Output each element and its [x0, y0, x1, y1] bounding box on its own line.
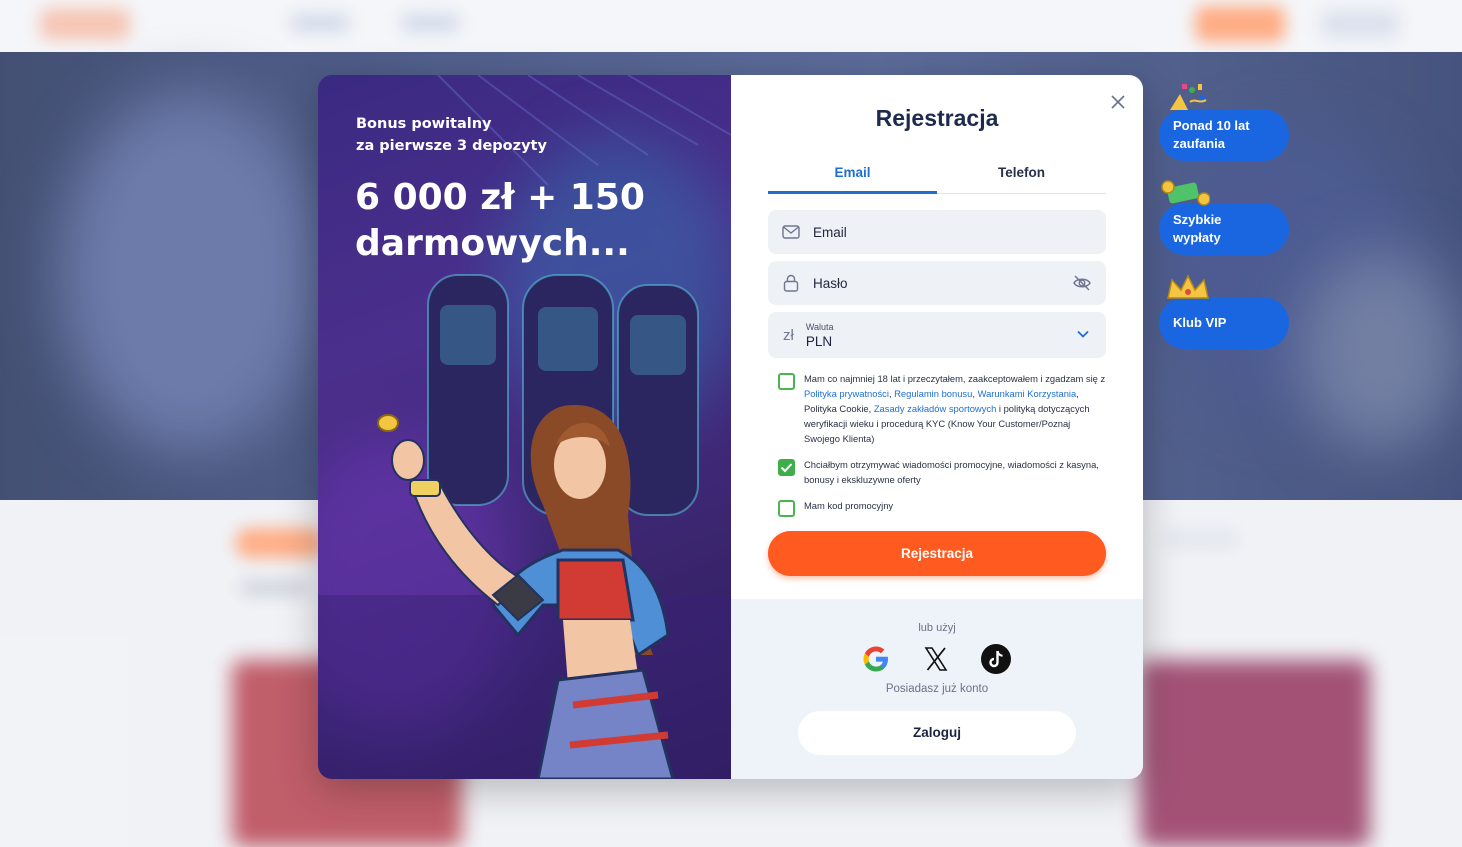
terms-consent-row: Mam co najmniej 18 lat i przeczytałem, z… [778, 371, 1108, 446]
login-button[interactable]: Zaloguj [798, 711, 1076, 755]
promo-code-text: Mam kod promocyjny [804, 500, 894, 511]
currency-select[interactable]: zł Waluta PLN [768, 312, 1106, 358]
fast-payout-badge-line2: wypłaty [1173, 230, 1221, 245]
chevron-down-icon [1077, 330, 1089, 338]
confetti-icon [1170, 84, 1207, 110]
google-icon [863, 646, 888, 672]
tiktok-login-button[interactable] [980, 643, 1012, 675]
promo-code-checkbox[interactable] [778, 500, 795, 517]
registration-modal: Bonus powitalny za pierwsze 3 depozyty 6… [318, 75, 1143, 779]
bonus-amount-line1: 6 000 zł + 150 [355, 177, 645, 218]
currency-value: PLN [805, 333, 833, 349]
checkmark-icon [780, 463, 793, 473]
privacy-policy-link[interactable]: Polityka prywatności [804, 388, 889, 399]
registration-form: Rejestracja Email Telefon Email Hasło zł… [731, 75, 1143, 779]
bonus-amount-title: 6 000 zł + 150 darmowych... [355, 175, 715, 267]
mascot-illustration [377, 404, 675, 779]
bonus-subtitle-line2: za pierwsze 3 depozyty [356, 138, 547, 154]
password-field[interactable]: Hasło [768, 261, 1106, 305]
currency-symbol: zł [783, 326, 794, 344]
have-account-text: Posiadasz już konto [885, 683, 989, 695]
registration-method-tabs: Email Telefon [768, 161, 1106, 194]
or-use-text: lub użyj [918, 622, 956, 634]
sports-betting-rules-link[interactable]: Zasady zakładów sportowych [874, 403, 996, 414]
tab-phone[interactable]: Telefon [937, 161, 1106, 194]
email-placeholder: Email [813, 224, 847, 240]
money-icon [1161, 180, 1210, 206]
email-field[interactable]: Email [768, 210, 1106, 254]
terms-of-use-link[interactable]: Warunkami Korzystania [978, 388, 1077, 399]
bonus-amount-line2: darmowych... [355, 223, 630, 264]
trust-badge-line2: zaufania [1173, 136, 1226, 151]
eye-off-icon[interactable] [1072, 273, 1092, 293]
marketing-checkbox[interactable] [778, 459, 795, 476]
fast-payout-badge-line1: Szybkie [1173, 212, 1222, 227]
tiktok-icon [981, 644, 1011, 674]
envelope-icon [781, 222, 801, 242]
welcome-bonus-panel: Bonus powitalny za pierwsze 3 depozyty 6… [318, 75, 731, 779]
tab-email[interactable]: Email [768, 161, 937, 194]
password-placeholder: Hasło [813, 275, 848, 291]
currency-caption: Waluta [805, 321, 834, 332]
bonus-terms-link[interactable]: Regulamin bonusu [894, 388, 972, 399]
lock-icon [781, 273, 801, 293]
google-login-button[interactable] [860, 643, 892, 675]
terms-checkbox[interactable] [778, 373, 795, 390]
crown-icon [1167, 274, 1209, 299]
vip-club-badge-label: Klub VIP [1173, 315, 1227, 330]
promo-code-row: Mam kod promocyjny [778, 498, 1108, 517]
bonus-subtitle-line1: Bonus powitalny [356, 116, 492, 132]
terms-consent-text: Mam co najmniej 18 lat i przeczytałem, z… [804, 373, 1106, 444]
bonus-subtitle: Bonus powitalny za pierwsze 3 depozyty [356, 113, 547, 157]
x-login-button[interactable] [920, 643, 952, 675]
register-button[interactable]: Rejestracja [768, 531, 1106, 576]
marketing-consent-text: Chciałbym otrzymywać wiadomości promocyj… [804, 459, 1099, 485]
currency-text: Waluta PLN [806, 322, 834, 349]
social-login-area: lub użyj Posiadasz już konto Zaloguj [731, 599, 1143, 779]
x-icon [924, 647, 948, 671]
marketing-consent-row: Chciałbym otrzymywać wiadomości promocyj… [778, 457, 1108, 487]
form-title: Rejestracja [875, 105, 999, 131]
